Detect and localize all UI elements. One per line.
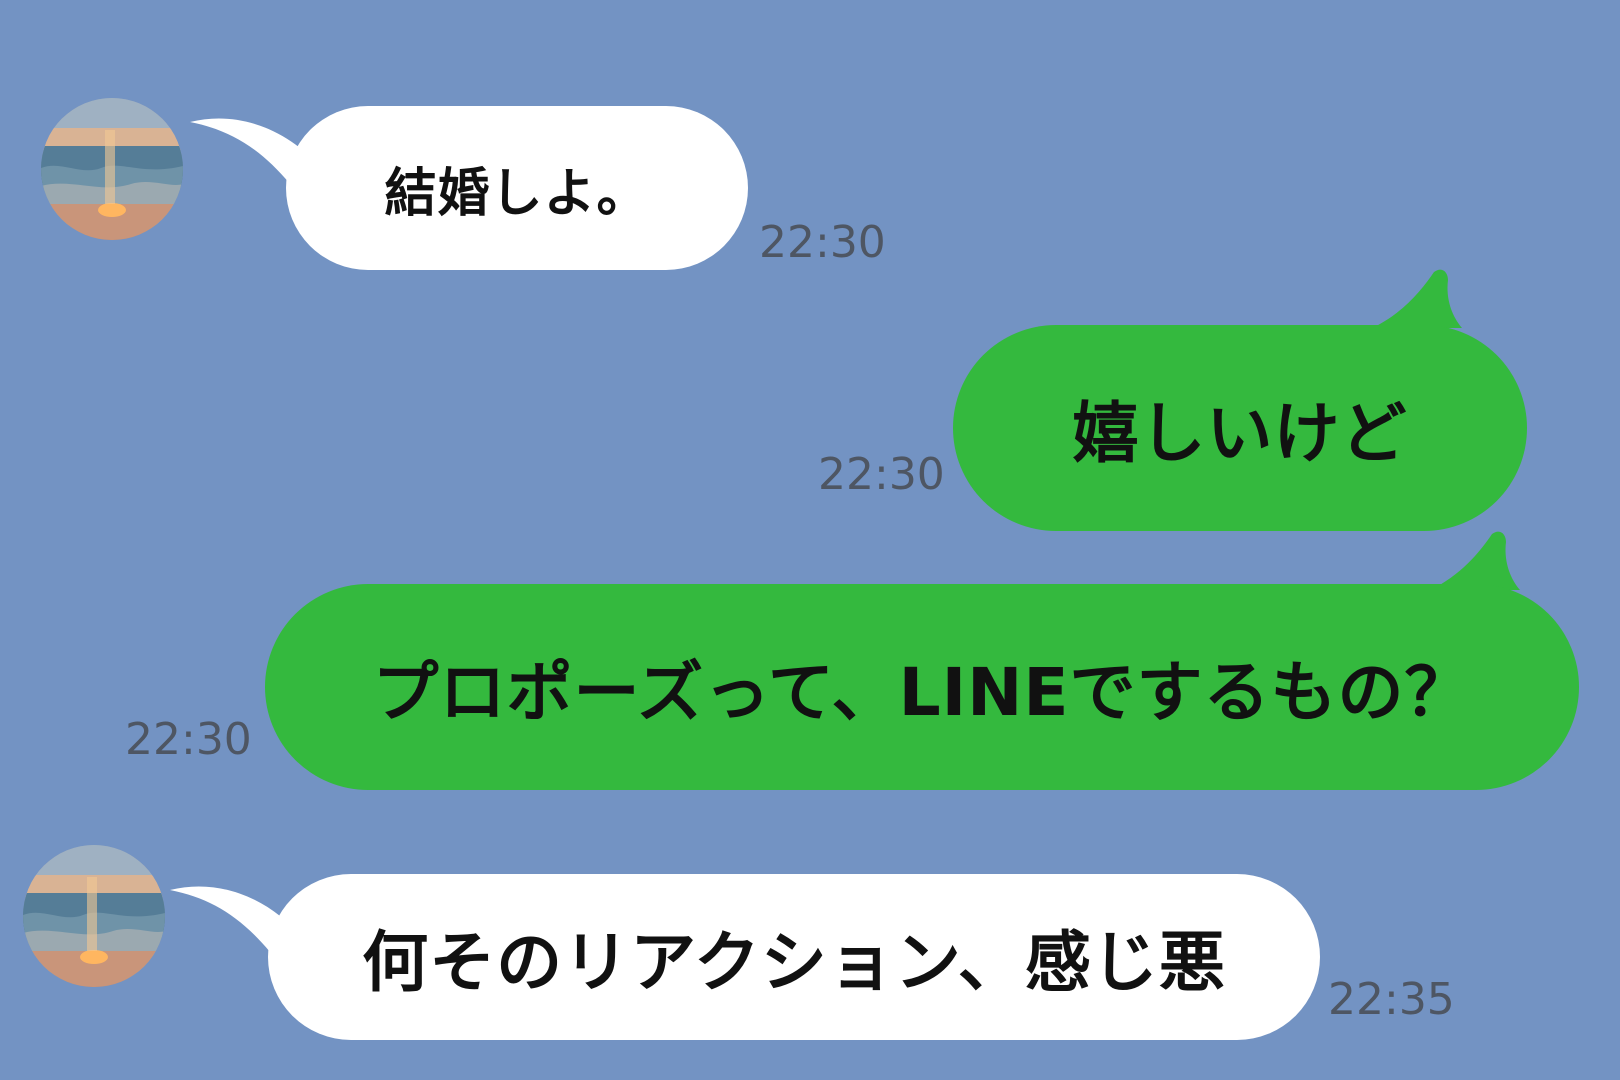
message-text: 嬉しいけど bbox=[1072, 395, 1408, 472]
incoming-message-bubble[interactable]: 結婚しよ。 bbox=[286, 106, 748, 270]
message-timestamp: 22:35 bbox=[1328, 974, 1455, 1025]
sender-avatar-icon[interactable] bbox=[41, 98, 183, 240]
sender-avatar-icon[interactable] bbox=[23, 845, 165, 987]
incoming-message-bubble[interactable]: 何そのリアクション、感じ悪 bbox=[268, 874, 1320, 1040]
message-text: 何そのリアクション、感じ悪 bbox=[362, 924, 1226, 1001]
message-timestamp: 22:30 bbox=[125, 714, 252, 765]
message-text: 結婚しよ。 bbox=[384, 163, 650, 224]
chat-area: 結婚しよ。 22:30 嬉しいけど 22:30 プロポーズって、LINEでするも… bbox=[0, 0, 1620, 1080]
message-timestamp: 22:30 bbox=[818, 449, 945, 500]
message-timestamp: 22:30 bbox=[759, 217, 886, 268]
outgoing-message-bubble[interactable]: プロポーズって、LINEでするもの？ bbox=[265, 584, 1579, 790]
outgoing-message-bubble[interactable]: 嬉しいけど bbox=[953, 325, 1527, 531]
message-text: プロポーズって、LINEでするもの？ bbox=[372, 654, 1472, 731]
